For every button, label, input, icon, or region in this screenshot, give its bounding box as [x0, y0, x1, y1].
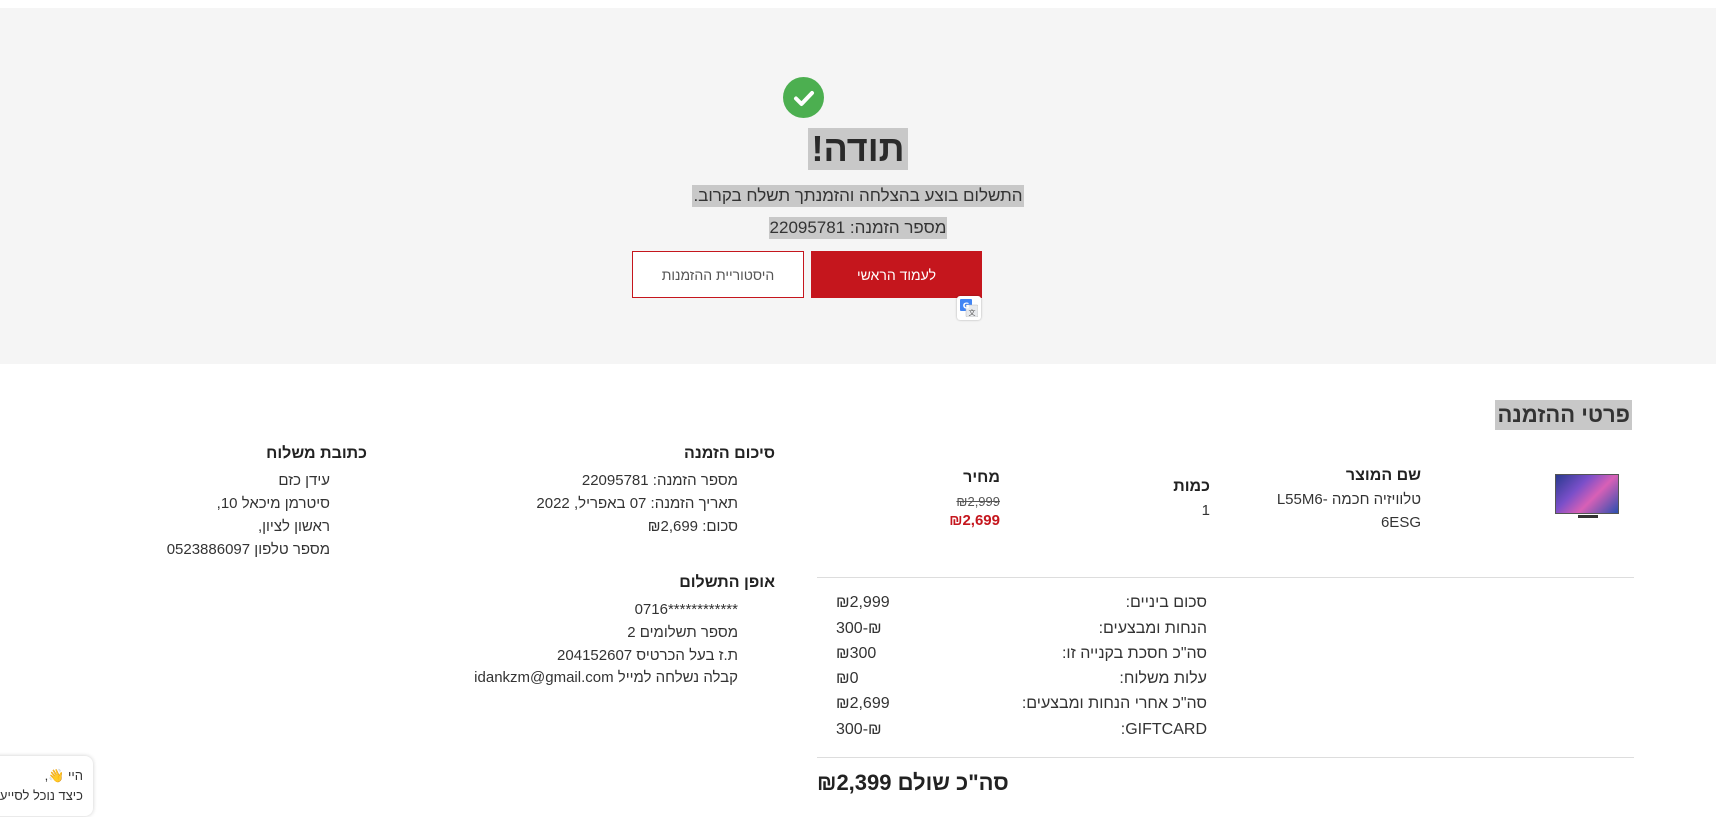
order-history-button[interactable]: היסטוריית ההזמנות [632, 251, 804, 298]
product-name-line2[interactable]: 6ESG [1381, 514, 1421, 531]
divider-top [817, 577, 1634, 578]
google-translate-icon[interactable]: G 文 [957, 296, 981, 320]
chat-greeting: היי 👋, [44, 768, 83, 783]
payment-installments: מספר תשלומים 2 [627, 624, 738, 641]
shipping-name: עידן כזם [278, 472, 330, 489]
summary-value-giftcard: ₪-300 [836, 721, 882, 738]
svg-text:文: 文 [969, 308, 976, 317]
payment-receipt-email: קבלה נשלחה למייל idankzm@gmail.com [474, 669, 738, 686]
thanks-title-row: תודה! [0, 128, 1716, 170]
summary-label-saved: סה"כ חסכת בקנייה זו: [1061, 645, 1207, 662]
page: תודה! התשלום בוצע בהצלחה והזמנתך תשלח בק… [0, 0, 1716, 817]
order-number-row: מספר הזמנה: 22095781 [0, 217, 1716, 239]
summary-label-after-discounts: סה"כ אחרי הנחות ומבצעים: [1021, 695, 1207, 712]
thanks-title: תודה! [807, 128, 909, 170]
success-check-icon [783, 77, 824, 118]
product-quantity: 1 [1201, 502, 1210, 519]
order-summary-title: סיכום הזמנה [684, 445, 775, 462]
top-strip [0, 0, 1716, 8]
summary-value-discounts: ₪-300 [836, 620, 882, 637]
summary-value-after-discounts: ₪2,699 [836, 695, 890, 712]
total-paid: סה"כ שולם ₪2,399 [817, 770, 1009, 795]
summary-label-subtotal: סכום ביניים: [1125, 594, 1207, 611]
summary-label-shipping: עלות משלוח: [1119, 670, 1207, 687]
shipping-city: ראשון לציון, [257, 518, 330, 535]
order-details-title: פרטי ההזמנה [1495, 400, 1632, 430]
order-summary-number: מספר הזמנה: 22095781 [581, 472, 738, 489]
product-name-line1[interactable]: טלוויזיה חכמה -L55M6 [1277, 491, 1421, 508]
order-summary-date: תאריך הזמנה: 07 באפריל, 2022 [536, 495, 738, 512]
summary-value-subtotal: ₪2,999 [836, 594, 890, 611]
summary-value-shipping: ₪0 [836, 670, 859, 687]
divider-bottom [817, 757, 1634, 758]
shipping-title: כתובת משלוח [266, 445, 367, 462]
success-message: התשלום בוצע בהצלחה והזמנתך תשלח בקרוב. [692, 185, 1024, 207]
order-number: מספר הזמנה: 22095781 [768, 217, 948, 239]
summary-label-discounts: הנחות ומבצעים: [1098, 620, 1207, 637]
column-header-product: שם המוצר [1345, 467, 1421, 484]
product-price: ₪2,699 [949, 512, 1000, 529]
product-image[interactable] [1555, 474, 1619, 518]
column-header-price: מחיר [963, 469, 1000, 486]
home-page-button[interactable]: לעמוד הראשי [811, 251, 982, 298]
order-summary-amount: סכום: ₪2,699 [647, 518, 738, 535]
summary-label-giftcard: :GIFTCARD [1120, 721, 1207, 738]
shipping-street: סיטרמן מיכאל 10, [216, 495, 330, 512]
product-old-price: ₪2,999 [956, 494, 1000, 509]
column-header-quantity: כמות [1173, 478, 1210, 495]
payment-card-holder-id: ת.ז בעל הכרטיס 204152607 [557, 647, 738, 664]
payment-title: אופן התשלום [679, 574, 775, 591]
summary-value-saved: ₪300 [836, 645, 877, 662]
chat-widget[interactable]: היי 👋, כיצד נוכל לסייע לך [0, 756, 93, 816]
chat-prompt: כיצד נוכל לסייע לך [0, 788, 83, 803]
shipping-phone: מספר טלפון 0523886097 [166, 541, 330, 558]
payment-card: ************0716 [634, 601, 738, 618]
success-message-row: התשלום בוצע בהצלחה והזמנתך תשלח בקרוב. [0, 185, 1716, 207]
